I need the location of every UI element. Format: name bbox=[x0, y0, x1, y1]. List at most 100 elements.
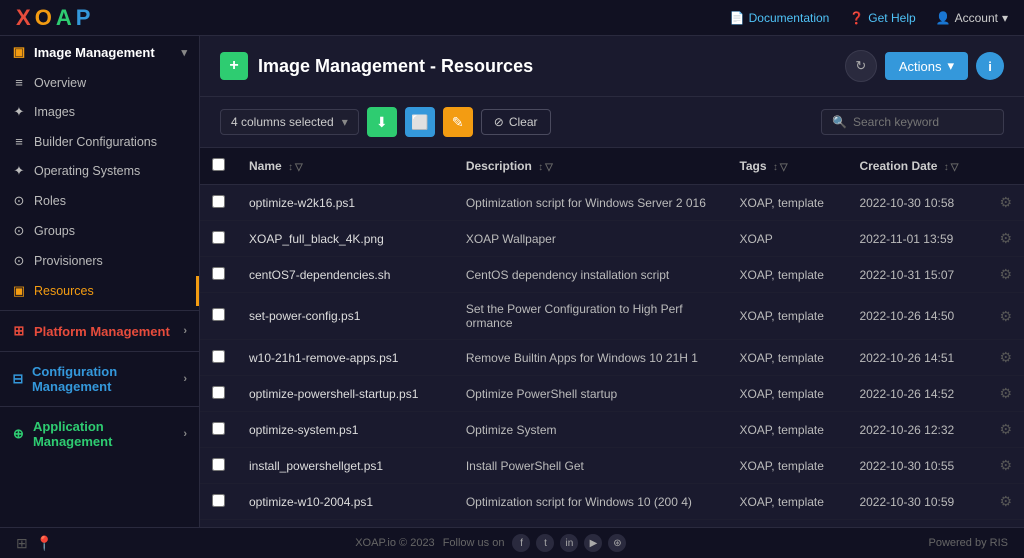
row-actions-cell: ⚙ bbox=[987, 412, 1024, 448]
sidebar-item-groups[interactable]: ⊙ Groups bbox=[0, 216, 199, 246]
date-sort-icon[interactable]: ↕ bbox=[944, 162, 949, 173]
download-icon: ⬇ bbox=[376, 114, 388, 131]
row-checkbox[interactable] bbox=[212, 494, 225, 507]
sidebar-item-overview[interactable]: ≡ Overview bbox=[0, 68, 199, 97]
linkedin-icon[interactable]: in bbox=[560, 534, 578, 552]
sidebar: ▣ Image Management ▾ ≡ Overview ✦ Images… bbox=[0, 36, 200, 527]
row-date: 2022-10-31 15:07 bbox=[847, 257, 987, 293]
row-settings-icon[interactable]: ⚙ bbox=[999, 266, 1012, 282]
name-filter-icon[interactable]: ▽ bbox=[295, 162, 303, 173]
row-description: Install PowerShell Get bbox=[454, 448, 728, 484]
date-filter-icon[interactable]: ▽ bbox=[951, 162, 959, 173]
documentation-link[interactable]: 📄 Documentation bbox=[730, 11, 830, 25]
row-settings-icon[interactable]: ⚙ bbox=[999, 385, 1012, 401]
row-checkbox-cell bbox=[200, 448, 237, 484]
grid-icon[interactable]: ⊞ bbox=[16, 535, 28, 552]
twitter-icon[interactable]: t bbox=[536, 534, 554, 552]
sidebar-item-roles[interactable]: ⊙ Roles bbox=[0, 186, 199, 216]
row-settings-icon[interactable]: ⚙ bbox=[999, 421, 1012, 437]
footer: ⊞ 📍 XOAP.io © 2023 Follow us on f t in ▶… bbox=[0, 527, 1024, 558]
tags-sort-icon[interactable]: ↕ bbox=[773, 162, 778, 173]
copy-button[interactable]: ⬜ bbox=[405, 107, 435, 137]
row-description: Regenerate .NET natie image cache bbox=[454, 520, 728, 528]
location-icon[interactable]: 📍 bbox=[36, 535, 53, 552]
app-mgmt-arrow-icon: › bbox=[183, 428, 187, 440]
sidebar-item-builder-configurations[interactable]: ≡ Builder Configurations bbox=[0, 127, 199, 156]
row-checkbox[interactable] bbox=[212, 195, 225, 208]
row-settings-icon[interactable]: ⚙ bbox=[999, 349, 1012, 365]
desc-sort-icon[interactable]: ↕ bbox=[538, 162, 543, 173]
row-description: Optimization script for Windows Server 2… bbox=[454, 185, 728, 221]
row-checkbox-cell bbox=[200, 293, 237, 340]
sidebar-section-configuration-management[interactable]: ⊟ Configuration Management › bbox=[0, 356, 199, 402]
row-date: 2022-10-30 10:58 bbox=[847, 185, 987, 221]
row-checkbox[interactable] bbox=[212, 386, 225, 399]
footer-icons: ⊞ 📍 bbox=[16, 535, 53, 552]
image-management-icon: ▣ bbox=[12, 44, 26, 60]
sidebar-section-platform-management[interactable]: ⊞ Platform Management › bbox=[0, 315, 199, 347]
actions-button[interactable]: Actions ▾ bbox=[885, 52, 968, 80]
desc-filter-icon[interactable]: ▽ bbox=[545, 162, 553, 173]
sidebar-item-images[interactable]: ✦ Images bbox=[0, 97, 199, 127]
image-management-arrow-icon: ▾ bbox=[181, 46, 187, 59]
row-date: 2022-10-30 10:59 bbox=[847, 484, 987, 520]
sidebar-section-image-management[interactable]: ▣ Image Management ▾ bbox=[0, 36, 199, 68]
top-nav: XOAP 📄 Documentation ❓ Get Help 👤 Accoun… bbox=[0, 0, 1024, 36]
top-nav-right: 📄 Documentation ❓ Get Help 👤 Account ▾ bbox=[730, 11, 1008, 25]
youtube-icon[interactable]: ▶ bbox=[584, 534, 602, 552]
account-button[interactable]: 👤 Account ▾ bbox=[936, 11, 1008, 25]
download-button[interactable]: ⬇ bbox=[367, 107, 397, 137]
name-sort-icon[interactable]: ↕ bbox=[288, 162, 293, 173]
facebook-icon[interactable]: f bbox=[512, 534, 530, 552]
account-icon: 👤 bbox=[936, 11, 951, 25]
row-description: XOAP Wallpaper bbox=[454, 221, 728, 257]
row-settings-icon[interactable]: ⚙ bbox=[999, 308, 1012, 324]
follow-us-text: Follow us on bbox=[443, 537, 505, 549]
table-row: centOS7-dependencies.sh CentOS dependenc… bbox=[200, 257, 1024, 293]
sidebar-section-application-management[interactable]: ⊕ Application Management › bbox=[0, 411, 199, 457]
search-box[interactable]: 🔍 bbox=[821, 109, 1004, 135]
row-name: centOS7-dependencies.sh bbox=[237, 257, 454, 293]
logo-o: O bbox=[35, 5, 52, 31]
row-settings-icon[interactable]: ⚙ bbox=[999, 230, 1012, 246]
sidebar-item-resources[interactable]: ▣ Resources bbox=[0, 276, 199, 306]
row-checkbox[interactable] bbox=[212, 308, 225, 321]
row-tags: XOAP, template bbox=[727, 257, 847, 293]
info-button[interactable]: i bbox=[976, 52, 1004, 80]
row-description: Remove Builtin Apps for Windows 10 21H 1 bbox=[454, 340, 728, 376]
refresh-button[interactable]: ↻ bbox=[845, 50, 877, 82]
search-input[interactable] bbox=[853, 115, 993, 129]
copyright-text: XOAP.io © 2023 bbox=[355, 537, 434, 549]
row-date: 2022-11-01 13:59 bbox=[847, 221, 987, 257]
row-name: install_powershellget.ps1 bbox=[237, 448, 454, 484]
description-column-header: Description ↕▽ bbox=[454, 148, 728, 185]
row-checkbox[interactable] bbox=[212, 458, 225, 471]
row-checkbox[interactable] bbox=[212, 231, 225, 244]
sidebar-item-operating-systems[interactable]: ✦ Operating Systems bbox=[0, 156, 199, 186]
row-checkbox[interactable] bbox=[212, 350, 225, 363]
row-name: XOAP_full_black_4K.png bbox=[237, 221, 454, 257]
row-settings-icon[interactable]: ⚙ bbox=[999, 493, 1012, 509]
tags-filter-icon[interactable]: ▽ bbox=[780, 162, 788, 173]
page-header-actions: ↻ Actions ▾ i bbox=[845, 50, 1004, 82]
account-arrow-icon: ▾ bbox=[1002, 11, 1008, 25]
row-name: optimize-powershell-startup.ps1 bbox=[237, 376, 454, 412]
sidebar-item-provisioners[interactable]: ⊙ Provisioners bbox=[0, 246, 199, 276]
select-all-checkbox[interactable] bbox=[212, 158, 225, 171]
get-help-link[interactable]: ❓ Get Help bbox=[849, 11, 915, 25]
logo-x: X bbox=[16, 5, 31, 31]
edit-button[interactable]: ✎ bbox=[443, 107, 473, 137]
row-checkbox[interactable] bbox=[212, 422, 225, 435]
overview-icon: ≡ bbox=[12, 75, 26, 90]
row-checkbox[interactable] bbox=[212, 267, 225, 280]
row-settings-icon[interactable]: ⚙ bbox=[999, 457, 1012, 473]
columns-selector[interactable]: 4 columns selected ▾ bbox=[220, 109, 359, 135]
groups-icon: ⊙ bbox=[12, 223, 26, 239]
row-settings-icon[interactable]: ⚙ bbox=[999, 194, 1012, 210]
tags-column-header: Tags ↕▽ bbox=[727, 148, 847, 185]
footer-left: ⊞ 📍 bbox=[16, 535, 53, 552]
clear-button[interactable]: ⊘ Clear bbox=[481, 109, 551, 135]
row-checkbox-cell bbox=[200, 484, 237, 520]
github-icon[interactable]: ⊛ bbox=[608, 534, 626, 552]
row-name: w10-21h1-remove-apps.ps1 bbox=[237, 340, 454, 376]
